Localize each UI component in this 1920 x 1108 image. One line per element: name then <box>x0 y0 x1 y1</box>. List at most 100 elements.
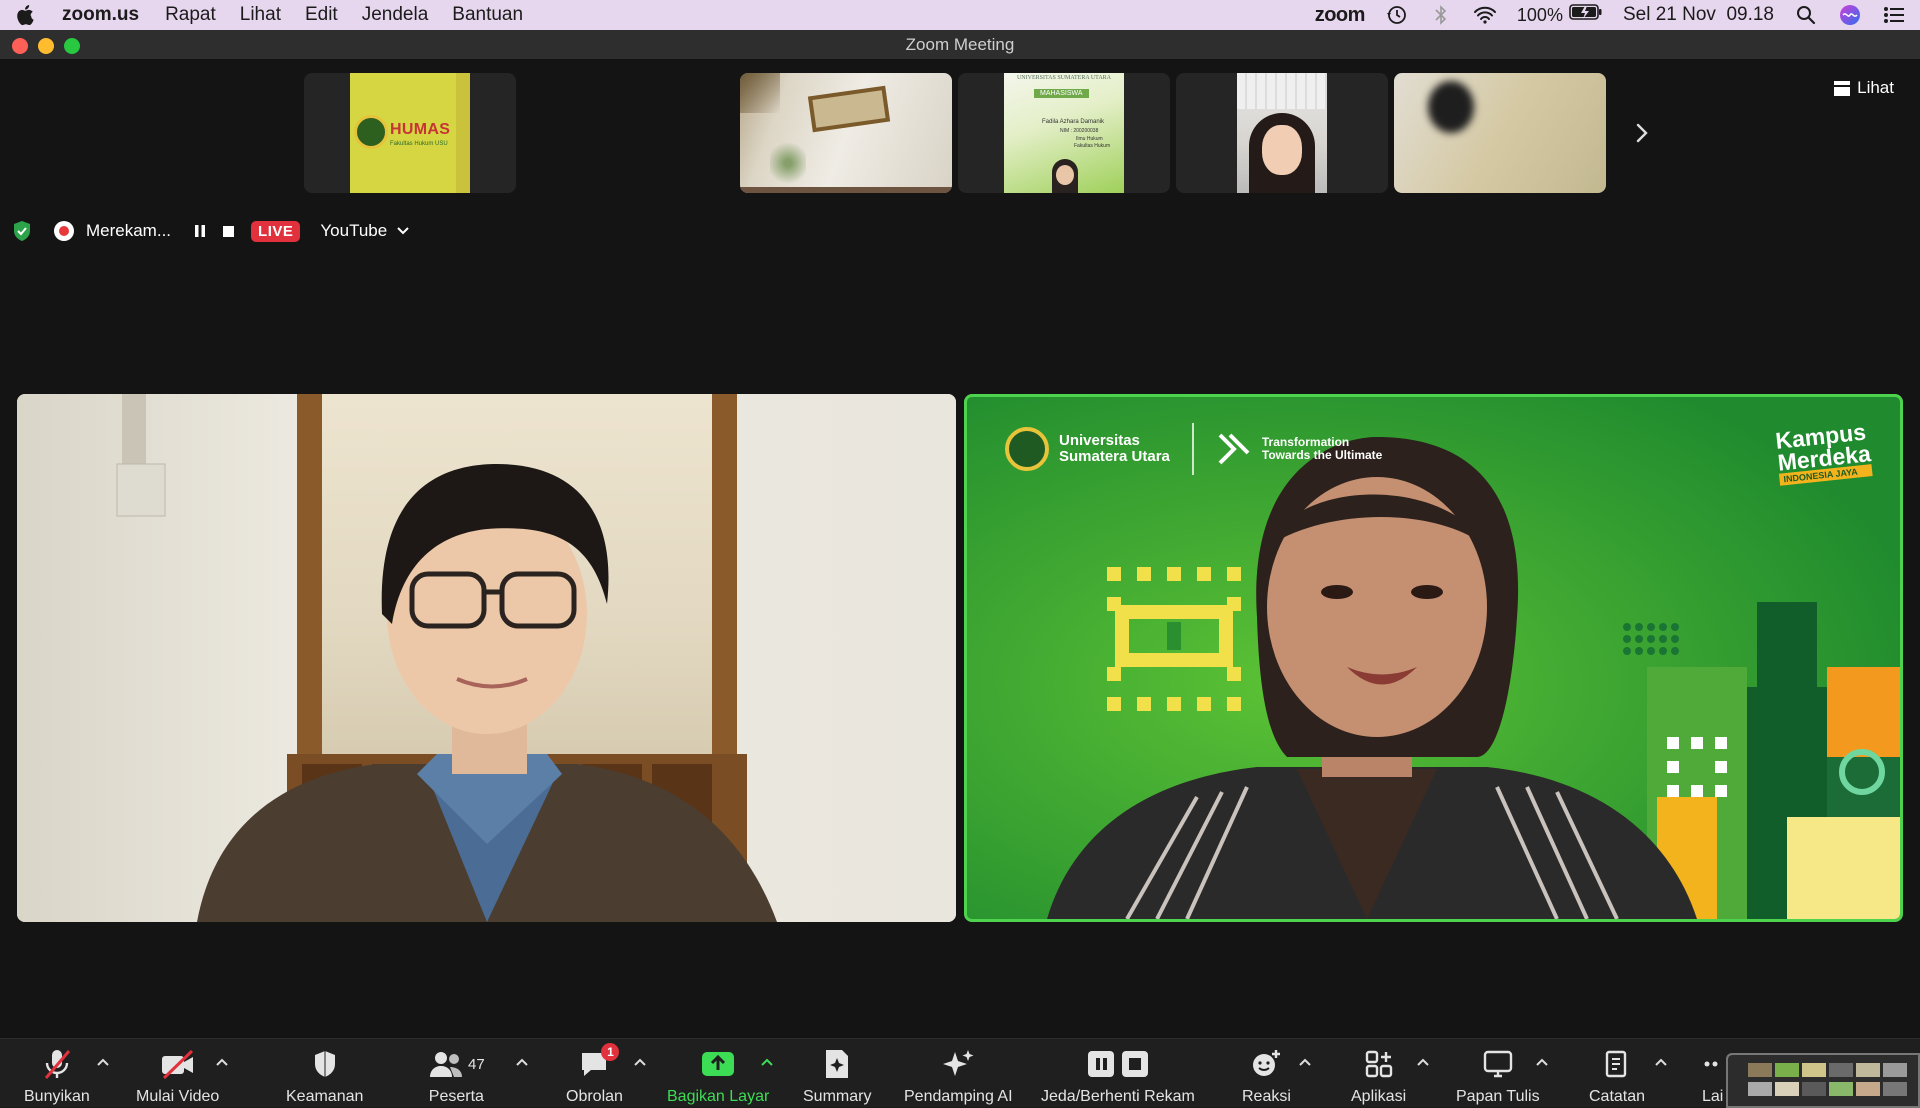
menu-jendela[interactable]: Jendela <box>362 4 429 26</box>
more-button[interactable]: Lai <box>1702 1047 1723 1106</box>
wifi-icon[interactable] <box>1473 4 1497 26</box>
more-icon <box>1703 1047 1723 1081</box>
share-screen-button[interactable]: Bagikan Layar <box>667 1047 769 1106</box>
battery-percent: 100% <box>1516 4 1563 25</box>
chat-unread-badge: 1 <box>601 1043 620 1061</box>
whiteboard-options-caret[interactable] <box>1535 1057 1549 1067</box>
slide-header: UNIVERSITAS SUMATERA UTARA <box>1016 75 1112 81</box>
apps-label: Aplikasi <box>1351 1088 1407 1105</box>
audio-options-caret[interactable] <box>96 1057 110 1067</box>
mute-button[interactable]: Bunyikan <box>24 1047 90 1106</box>
mic-muted-icon <box>42 1047 72 1081</box>
video-options-caret[interactable] <box>215 1057 229 1067</box>
menubar-datetime[interactable]: Sel 21 Nov 09.18 <box>1623 4 1774 26</box>
shield-icon <box>312 1047 338 1081</box>
apps-options-caret[interactable] <box>1416 1057 1430 1067</box>
security-button[interactable]: Keamanan <box>286 1047 363 1106</box>
notes-button[interactable]: Catatan <box>1589 1047 1645 1106</box>
menu-lihat[interactable]: Lihat <box>240 4 281 26</box>
video-off-icon <box>160 1047 196 1081</box>
pause-stop-icon <box>1084 1047 1152 1081</box>
reactions-button[interactable]: Reaksi <box>1242 1047 1291 1106</box>
participant-thumb-camera-off[interactable] <box>522 73 734 193</box>
security-label: Keamanan <box>286 1088 364 1105</box>
share-screen-label: Bagikan Layar <box>667 1088 770 1105</box>
humas-logo-subtitle: Fakultas Hukum USU <box>390 141 448 147</box>
apple-logo-icon[interactable] <box>14 4 36 26</box>
whiteboard-icon <box>1482 1047 1514 1081</box>
bluetooth-icon[interactable] <box>1429 4 1453 26</box>
slide-faculty: Fakultas Hukum <box>1074 143 1111 149</box>
usu-seal-logo <box>354 115 388 149</box>
slide-student-name: Fadila Azhara Damanik <box>1042 119 1105 125</box>
virtual-background <box>967 397 1900 919</box>
ai-sparkle-icon <box>941 1047 975 1081</box>
window-close-button[interactable] <box>12 38 28 54</box>
menu-edit[interactable]: Edit <box>305 4 338 26</box>
zoom-status-logo[interactable]: zoom <box>1315 4 1366 27</box>
summary-button[interactable]: Summary <box>803 1047 871 1106</box>
filmstrip-next-arrow[interactable] <box>1632 118 1652 148</box>
pause-stop-recording-button[interactable]: Jeda/Berhenti Rekam <box>1041 1047 1195 1106</box>
control-center-icon[interactable] <box>1882 4 1906 26</box>
menu-rapat[interactable]: Rapat <box>165 4 216 26</box>
menu-bantuan[interactable]: Bantuan <box>452 4 523 26</box>
stop-recording-button[interactable] <box>221 224 235 238</box>
floating-window-preview[interactable] <box>1726 1053 1920 1108</box>
pause-recording-button[interactable] <box>193 224 207 238</box>
participants-icon: 47 <box>428 1047 485 1081</box>
pause-stop-label: Jeda/Berhenti Rekam <box>1041 1088 1195 1105</box>
menu-app-name[interactable]: zoom.us <box>62 4 139 26</box>
notes-options-caret[interactable] <box>1654 1057 1668 1067</box>
notes-label: Catatan <box>1589 1088 1646 1105</box>
window-minimize-button[interactable] <box>38 38 54 54</box>
chat-options-caret[interactable] <box>633 1057 647 1067</box>
livestream-dropdown[interactable]: YouTube <box>320 221 409 241</box>
slide-student-nim: NIM : 200200038 <box>1060 128 1099 134</box>
siri-icon[interactable] <box>1838 4 1862 26</box>
apps-button[interactable]: Aplikasi <box>1351 1047 1406 1106</box>
participant-thumb-student-slide[interactable]: UNIVERSITAS SUMATERA UTARA MAHASISWA Fad… <box>958 73 1170 193</box>
window-titlebar: Zoom Meeting <box>0 30 1920 60</box>
window-zoom-button[interactable] <box>64 38 80 54</box>
start-video-button[interactable]: Mulai Video <box>136 1047 219 1106</box>
meeting-toolbar: Bunyikan Mulai Video Keamanan 47 Peserta… <box>0 1038 1920 1108</box>
participant-thumb-woman[interactable] <box>1176 73 1388 193</box>
ai-companion-label: Pendamping AI <box>904 1088 1013 1105</box>
recording-indicator-icon <box>54 221 74 241</box>
participant-thumb-humas[interactable]: HUMAS Fakultas Hukum USU <box>304 73 516 193</box>
ai-companion-button[interactable]: Pendamping AI <box>904 1047 1013 1106</box>
apps-icon <box>1364 1047 1394 1081</box>
humas-logo-title: HUMAS <box>390 121 451 138</box>
share-options-caret[interactable] <box>760 1057 774 1067</box>
tagline-line2: Towards the Ultimate <box>1261 448 1383 462</box>
participants-button[interactable]: 47 Peserta <box>428 1047 485 1106</box>
participant-video-right-active-speaker[interactable]: Universitas Sumatera Utara Transformatio… <box>964 394 1903 922</box>
mute-label: Bunyikan <box>24 1088 90 1105</box>
man-video-feed <box>17 394 956 922</box>
participant-thumb-blurred[interactable] <box>1394 73 1606 193</box>
livestream-target: YouTube <box>320 221 388 240</box>
univ-name-line1: Universitas <box>1059 432 1140 449</box>
encryption-shield-icon[interactable] <box>12 220 32 242</box>
participant-count: 47 <box>468 1055 485 1073</box>
battery-charging-icon[interactable] <box>1569 3 1603 27</box>
whiteboard-label: Papan Tulis <box>1456 1088 1540 1105</box>
live-badge[interactable]: LIVE <box>251 220 301 242</box>
view-button[interactable]: Lihat <box>1828 72 1900 104</box>
slide-program: Ilmu Hukum <box>1076 136 1103 142</box>
meeting-area: HUMAS Fakultas Hukum USU UNIVERSITAS SUM… <box>0 60 1920 1038</box>
univ-name-line2: Sumatera Utara <box>1059 448 1170 465</box>
participant-thumb-room[interactable] <box>740 73 952 193</box>
chevron-down-icon <box>397 227 409 235</box>
recording-label: Merekam... <box>86 221 172 240</box>
reactions-label: Reaksi <box>1242 1088 1291 1105</box>
chat-button[interactable]: 1 Obrolan <box>566 1043 623 1106</box>
reactions-options-caret[interactable] <box>1298 1057 1312 1067</box>
whiteboard-button[interactable]: Papan Tulis <box>1456 1047 1540 1106</box>
participants-options-caret[interactable] <box>515 1057 529 1067</box>
time-machine-icon[interactable] <box>1385 4 1409 26</box>
view-button-label: Lihat <box>1857 78 1894 97</box>
participant-video-left[interactable] <box>17 394 956 922</box>
spotlight-search-icon[interactable] <box>1794 4 1818 26</box>
